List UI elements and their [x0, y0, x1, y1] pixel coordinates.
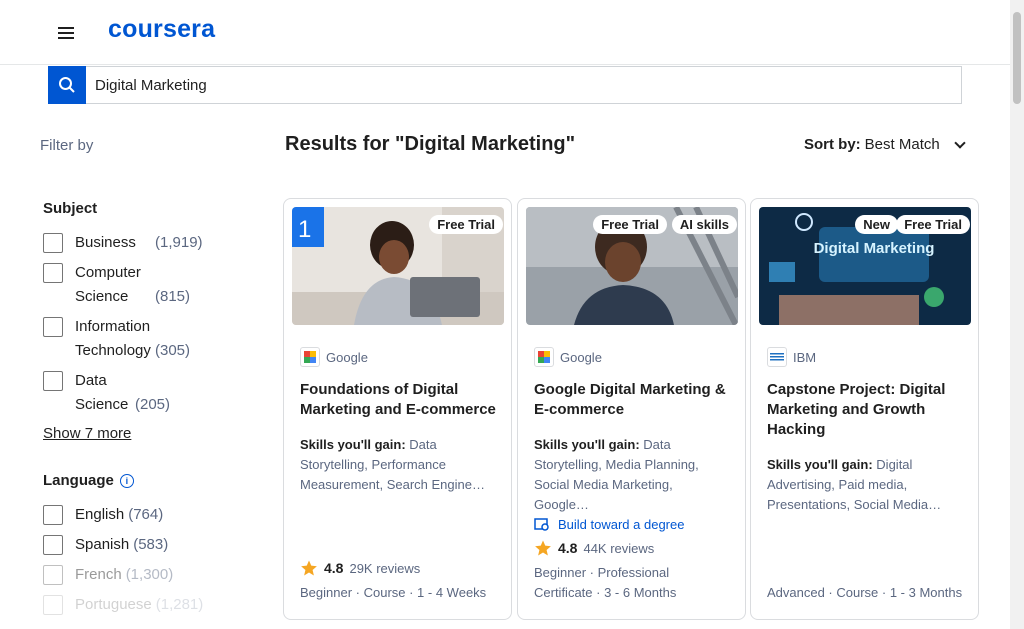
chevron-down-icon	[954, 136, 966, 149]
checkbox[interactable]	[43, 317, 63, 337]
course-meta: Advanced · Course · 1 - 3 Months	[767, 585, 963, 600]
partner: IBM	[767, 347, 816, 367]
partner-name: Google	[560, 349, 602, 365]
option-count: (815)	[155, 288, 191, 305]
subject-option-business[interactable]: Business (1,919)	[43, 231, 243, 255]
option-label: Data Science	[75, 372, 129, 413]
partner-name: IBM	[793, 349, 817, 365]
star-icon	[301, 560, 317, 576]
page-scrollbar[interactable]	[1010, 0, 1024, 629]
option-label: Business	[75, 234, 136, 251]
language-title-text: Language	[43, 472, 114, 489]
course-title[interactable]: Foundations of Digital Marketing and E-c…	[300, 380, 496, 420]
degree-icon	[534, 517, 549, 531]
language-option-spanish[interactable]: Spanish (583)	[43, 533, 243, 557]
rating-value: 4.8	[324, 560, 344, 576]
subject-filter-title: Subject	[43, 200, 98, 217]
google-logo	[300, 347, 320, 367]
option-label: English	[75, 506, 125, 523]
course-card[interactable]: Digital Marketing New Free Trial IBM Cap…	[750, 198, 979, 620]
checkbox[interactable]	[43, 505, 63, 525]
partner: Google	[300, 347, 368, 367]
degree-text: Build toward a degree	[558, 517, 685, 532]
build-toward-degree[interactable]: Build toward a degree	[534, 517, 684, 532]
subject-option-computer-science[interactable]: Computer Science (815)	[43, 261, 243, 309]
partner-name: Google	[326, 349, 368, 365]
ibm-logo	[767, 347, 787, 367]
star-icon	[535, 540, 551, 556]
skills-label: Skills you'll gain:	[534, 437, 640, 452]
google-logo	[534, 347, 554, 367]
search-icon	[59, 77, 75, 93]
sort-dropdown[interactable]: Sort by: Best Match	[804, 136, 966, 153]
search-input[interactable]	[95, 76, 915, 94]
course-title[interactable]: Google Digital Marketing & E-commerce	[534, 380, 730, 420]
option-label: Computer Science	[75, 264, 141, 305]
option-label: Spanish	[75, 536, 130, 553]
rating: 4.8 29K reviews	[300, 559, 420, 577]
checkbox[interactable]	[43, 565, 63, 585]
free-trial-badge: Free Trial	[429, 215, 503, 234]
option-label: Portuguese	[75, 596, 152, 613]
svg-text:1: 1	[298, 216, 311, 243]
course-title[interactable]: Capstone Project: Digital Marketing and …	[767, 380, 963, 440]
option-label: French	[75, 566, 122, 583]
language-filter-title: Language i	[43, 472, 243, 489]
subject-option-data-science[interactable]: Data Science (205)	[43, 369, 243, 417]
free-trial-badge: Free Trial	[896, 215, 970, 234]
course-meta: Beginner · Professional Certificate · 3 …	[534, 565, 677, 600]
option-count: (583)	[133, 536, 169, 553]
checkbox[interactable]	[43, 233, 63, 253]
skills: Skills you'll gain: Data Storytelling, P…	[300, 435, 496, 495]
course-meta: Beginner · Course · 1 - 4 Weeks	[300, 585, 487, 600]
skills: Skills you'll gain: Data Storytelling, M…	[534, 435, 730, 515]
option-label: Information Technology	[75, 318, 151, 359]
course-card[interactable]: 1 Free Trial Google Foundations of Digit…	[283, 198, 512, 620]
skills-label: Skills you'll gain:	[300, 437, 406, 452]
sort-label: Sort by:	[804, 136, 861, 153]
scrollbar-thumb[interactable]	[1013, 12, 1021, 104]
option-count: (1,300)	[125, 566, 174, 583]
option-count: (205)	[135, 396, 171, 413]
option-count: (305)	[155, 342, 191, 359]
top-navigation-bar: coursera	[0, 0, 1010, 65]
option-count: (1,919)	[155, 234, 203, 251]
partner: Google	[534, 347, 602, 367]
free-trial-badge: Free Trial	[593, 215, 667, 234]
info-icon[interactable]: i	[119, 473, 134, 488]
new-badge: New	[855, 215, 898, 234]
checkbox[interactable]	[43, 371, 63, 391]
option-count: (1,281)	[155, 596, 204, 613]
sort-value: Best Match	[864, 136, 940, 153]
subject-option-information-technology[interactable]: Information Technology (305)	[43, 315, 243, 363]
language-option-english[interactable]: English (764)	[43, 503, 243, 527]
course-card[interactable]: Free Trial AI skills Google Google Digit…	[517, 198, 746, 620]
review-count: 29K reviews	[349, 560, 421, 576]
rating: 4.8 44K reviews	[534, 539, 654, 557]
ai-skills-badge: AI skills	[671, 215, 737, 234]
review-count: 44K reviews	[583, 540, 655, 556]
language-option-french[interactable]: French (1,300)	[43, 563, 243, 587]
filter-sidebar: Subject Business (1,919) Computer Scienc…	[43, 200, 243, 623]
menu-icon[interactable]	[58, 24, 74, 40]
image-text: Digital Marketing	[814, 240, 935, 257]
rating-value: 4.8	[558, 540, 578, 556]
checkbox[interactable]	[43, 595, 63, 615]
results-title: Results for "Digital Marketing"	[285, 133, 576, 155]
coursera-logo[interactable]: coursera	[108, 15, 215, 44]
show-more-subjects-link[interactable]: Show 7 more	[43, 425, 131, 442]
search-button[interactable]	[48, 66, 86, 104]
option-count: (764)	[128, 506, 164, 523]
skills: Skills you'll gain: Digital Advertising,…	[767, 455, 963, 515]
checkbox[interactable]	[43, 263, 63, 283]
filter-by-label: Filter by	[40, 137, 94, 154]
checkbox[interactable]	[43, 535, 63, 555]
language-option-portuguese[interactable]: Portuguese (1,281)	[43, 593, 243, 617]
skills-label: Skills you'll gain:	[767, 457, 873, 472]
search-bar	[48, 66, 962, 104]
